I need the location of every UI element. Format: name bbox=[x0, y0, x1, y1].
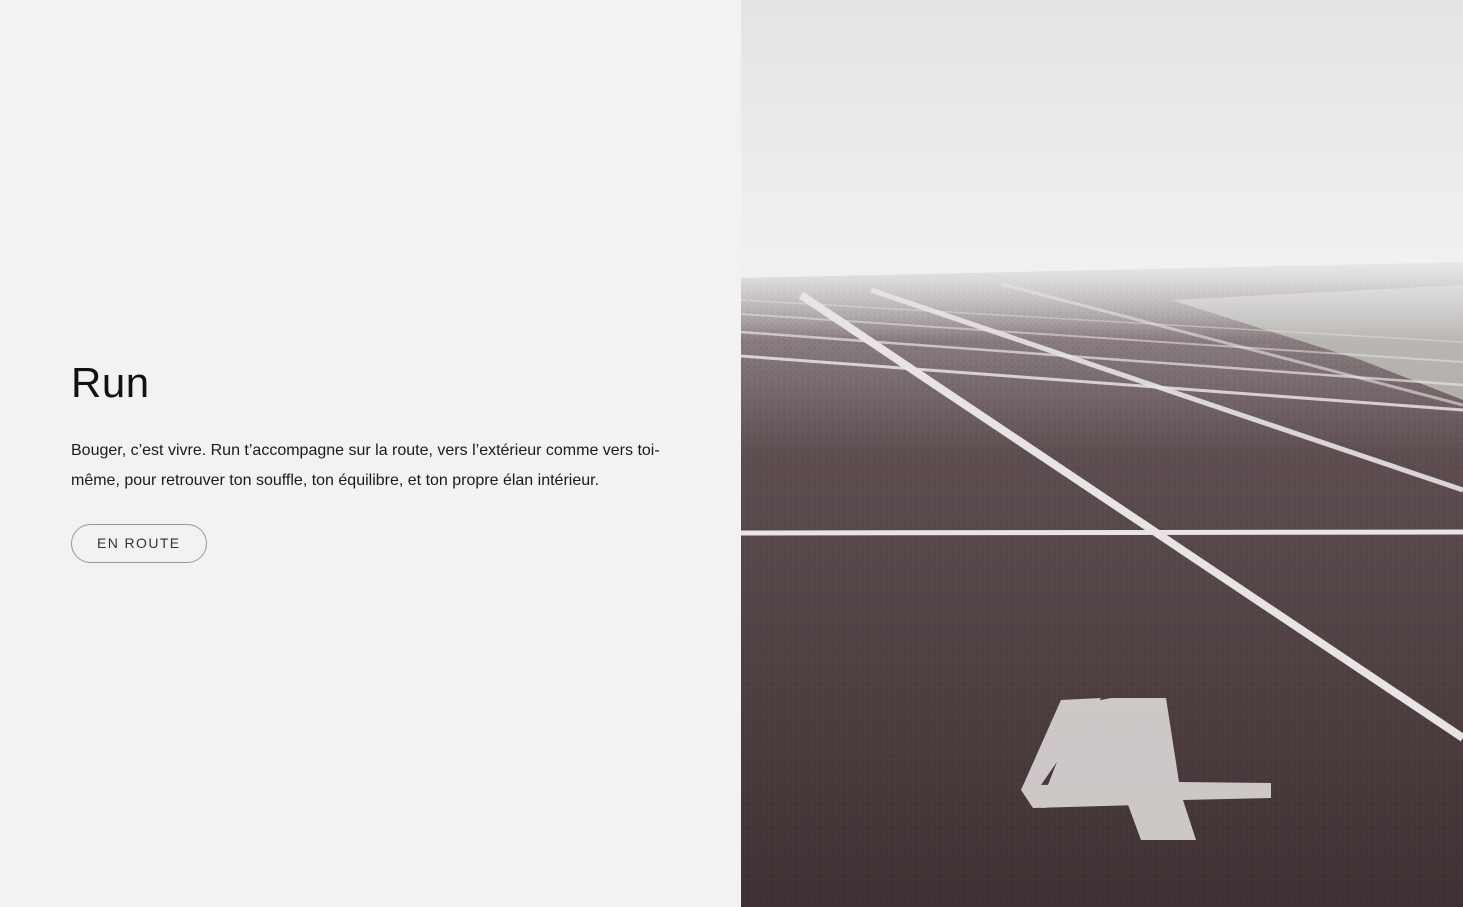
hero-description: Bouger, c’est vivre. Run t’accompagne su… bbox=[71, 442, 660, 489]
hero-content: Run Bouger, c’est vivre. Run t’accompagn… bbox=[71, 356, 671, 563]
hero-text-panel: Run Bouger, c’est vivre. Run t’accompagn… bbox=[0, 0, 741, 907]
hero-image bbox=[741, 0, 1463, 907]
page-title: Run bbox=[71, 359, 150, 406]
running-track-image bbox=[741, 0, 1463, 907]
hero-section: Run Bouger, c’est vivre. Run t’accompagn… bbox=[0, 0, 1463, 907]
en-route-button[interactable]: EN ROUTE bbox=[71, 524, 207, 563]
